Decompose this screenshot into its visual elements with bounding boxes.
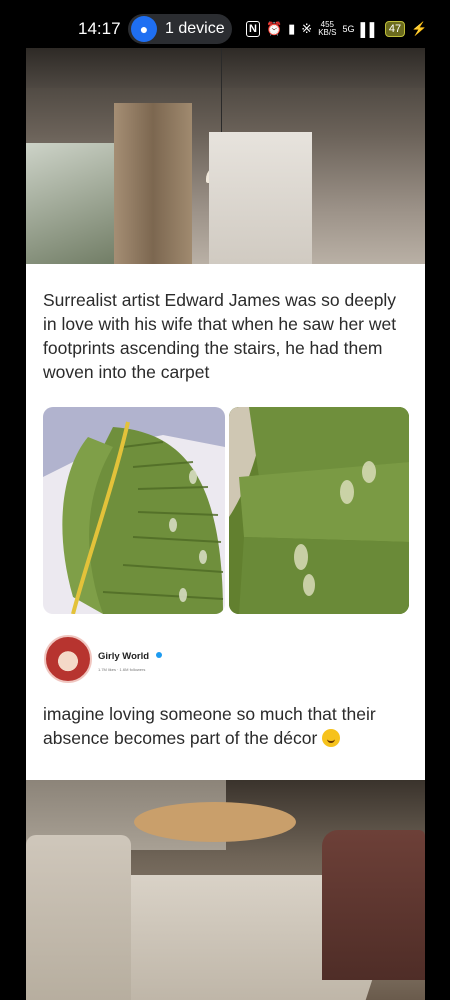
avatar[interactable] (44, 635, 92, 683)
device-count-label: 1 device (165, 20, 225, 37)
verified-badge-icon (156, 651, 163, 658)
vibrate-icon: ▮ (288, 21, 296, 36)
network-type: 5G (342, 24, 355, 34)
bluetooth-icon: ※ (301, 21, 313, 36)
status-icons: N ⏰ ▮ ※ 455 KB/S 5G ▌▌ 47 ⚡ (246, 16, 427, 42)
room-photo-top (26, 48, 425, 264)
room-photo-bottom (26, 780, 425, 1000)
post-card[interactable]: Surrealist artist Edward James was so de… (26, 264, 425, 780)
footprint-closeup-illustration (229, 407, 409, 614)
ceiling-molding (26, 48, 425, 88)
nfc-icon: N (246, 21, 260, 37)
curtain (114, 103, 192, 264)
post-author[interactable]: Girly World 1.7M likes · 1.6M followers (44, 631, 163, 687)
author-meta: Girly World 1.7M likes · 1.6M followers (98, 646, 163, 672)
staircase-photo[interactable] (43, 407, 225, 614)
post-headline: Surrealist artist Edward James was so de… (43, 290, 397, 382)
signal-icon: ▌▌ (360, 21, 379, 37)
connected-devices-pill[interactable]: ● 1 device (128, 14, 232, 44)
charging-icon: ⚡ (411, 21, 428, 36)
window (26, 143, 116, 264)
post-caption: imagine loving someone so much that thei… (43, 704, 376, 748)
armchair-left (26, 835, 131, 1000)
status-time: 14:17 (78, 19, 121, 38)
battery-indicator: 47 (384, 21, 406, 37)
person-icon: ● (131, 16, 157, 42)
footprint-carpet-photo[interactable] (229, 407, 409, 614)
author-stats: 1.7M likes · 1.6M followers (98, 667, 146, 672)
coffee-table (134, 802, 296, 842)
cabinet (209, 132, 312, 264)
pleading-face-emoji-icon (322, 729, 341, 747)
armchair-right (322, 830, 425, 980)
author-name[interactable]: Girly World (98, 651, 149, 662)
spiral-staircase-illustration (43, 407, 225, 614)
network-speed: 455 KB/S (318, 20, 337, 37)
alarm-icon: ⏰ (265, 21, 283, 36)
